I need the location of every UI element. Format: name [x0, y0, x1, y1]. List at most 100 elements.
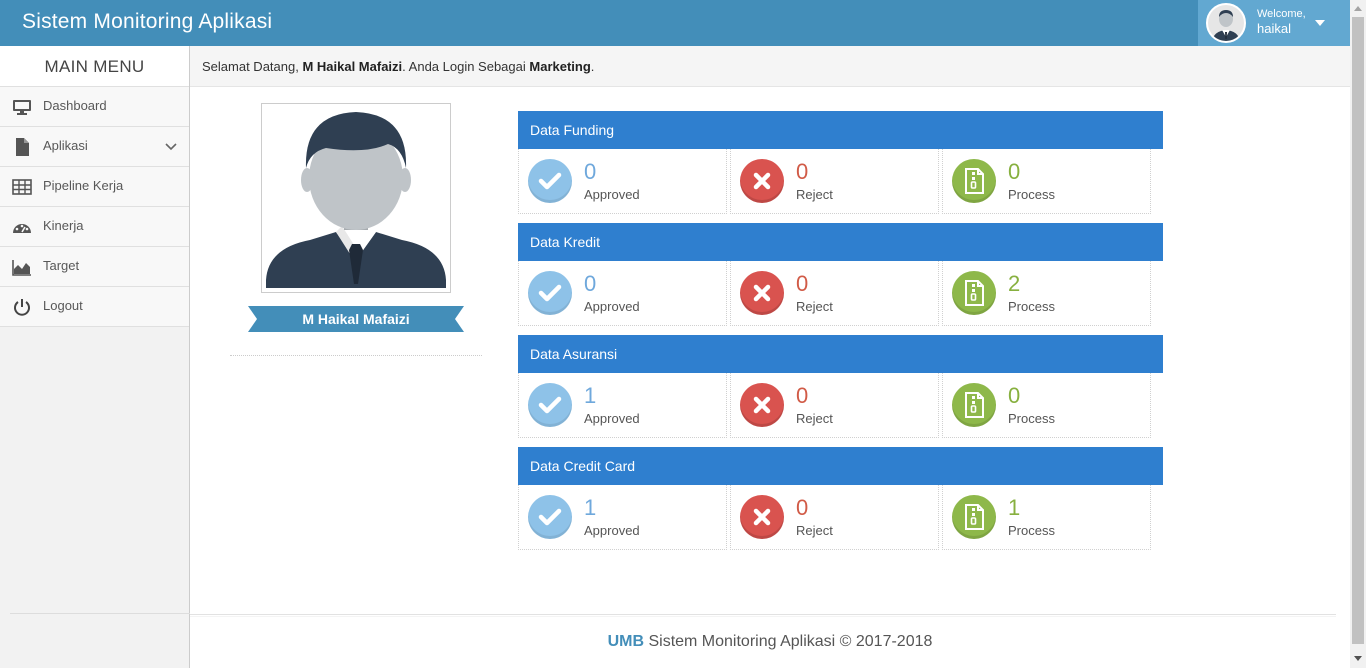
sidebar-title: MAIN MENU [0, 46, 189, 87]
welcome-message: Selamat Datang, M Haikal Mafaizi. Anda L… [202, 59, 594, 74]
sidebar-item-kinerja[interactable]: Kinerja [0, 207, 189, 247]
reject-label: Reject [796, 187, 833, 202]
scroll-up-icon[interactable] [1354, 6, 1362, 11]
footer: UMB Sistem Monitoring Aplikasi © 2017-20… [190, 633, 1350, 651]
file-icon [12, 137, 32, 157]
stat-process: 0 Process [942, 373, 1151, 438]
welcome-role: Marketing [529, 59, 591, 74]
panel-data-asuransi: Data Asuransi 1 Approved 0 Reject 0 Proc… [518, 335, 1163, 439]
reject-count: 0 [796, 271, 809, 296]
stat-reject: 0 Reject [730, 261, 939, 326]
user-avatar [1206, 3, 1246, 43]
process-count: 0 [1008, 383, 1021, 408]
times-icon [740, 495, 784, 539]
sidebar-item-aplikasi[interactable]: Aplikasi [0, 127, 189, 167]
footer-text: Sistem Monitoring Aplikasi © 2017-2018 [644, 633, 933, 650]
reject-label: Reject [796, 523, 833, 538]
check-icon [528, 495, 572, 539]
dashboard-gauge-icon [12, 217, 32, 237]
footer-divider [190, 614, 1336, 617]
scroll-down-icon[interactable] [1354, 656, 1362, 661]
sidebar-item-target[interactable]: Target [0, 247, 189, 287]
check-icon [528, 383, 572, 427]
caret-down-icon [1315, 20, 1325, 26]
table-icon [12, 177, 32, 197]
top-navbar: Sistem Monitoring Aplikasi Welcome, haik… [0, 0, 1350, 46]
power-icon [12, 297, 32, 317]
times-icon [740, 383, 784, 427]
profile-name: M Haikal Mafaizi [257, 306, 455, 332]
sidebar-divider [10, 613, 190, 614]
sidebar-item-label: Target [43, 258, 80, 273]
sidebar-item-label: Dashboard [43, 98, 107, 113]
scroll-thumb[interactable] [1352, 17, 1364, 644]
times-icon [740, 271, 784, 315]
sidebar: MAIN MENU Dashboard Aplikasi Pipeline Ke… [0, 46, 190, 668]
welcome-middle: . Anda Login Sebagai [402, 59, 530, 74]
reject-count: 0 [796, 495, 809, 520]
sidebar-item-logout[interactable]: Logout [0, 287, 189, 327]
stat-approved: 0 Approved [518, 261, 727, 326]
panel-title: Data Asuransi [518, 335, 1163, 373]
process-label: Process [1008, 299, 1055, 314]
check-icon [528, 159, 572, 203]
profile-photo [261, 103, 451, 293]
desktop-icon [12, 97, 32, 117]
process-count: 2 [1008, 271, 1021, 296]
stat-approved: 1 Approved [518, 373, 727, 438]
stat-process: 1 Process [942, 485, 1151, 550]
approved-count: 0 [584, 159, 597, 184]
welcome-label: Welcome, [1257, 8, 1306, 20]
file-archive-icon [952, 383, 996, 427]
app-title[interactable]: Sistem Monitoring Aplikasi [22, 10, 272, 34]
user-menu-toggle[interactable]: Welcome, haikal [1198, 0, 1350, 46]
panel-data-funding: Data Funding 0 Approved 0 Reject 0 Proce… [518, 111, 1163, 215]
approved-count: 1 [584, 495, 597, 520]
stat-approved: 1 Approved [518, 485, 727, 550]
stat-approved: 0 Approved [518, 149, 727, 214]
stat-process: 2 Process [942, 261, 1151, 326]
file-archive-icon [952, 495, 996, 539]
process-count: 1 [1008, 495, 1021, 520]
sidebar-item-label: Aplikasi [43, 138, 88, 153]
reject-label: Reject [796, 299, 833, 314]
user-name: haikal [1257, 21, 1291, 36]
ribbon-right-tail [455, 306, 464, 332]
stat-process: 0 Process [942, 149, 1151, 214]
stat-reject: 0 Reject [730, 485, 939, 550]
welcome-user-name: M Haikal Mafaizi [302, 59, 403, 74]
panel-data-kredit: Data Kredit 0 Approved 0 Reject 2 Proces… [518, 223, 1163, 327]
profile-divider [230, 355, 482, 356]
approved-label: Approved [584, 299, 640, 314]
process-count: 0 [1008, 159, 1021, 184]
times-icon [740, 159, 784, 203]
panel-data-credit-card: Data Credit Card 1 Approved 0 Reject 1 P… [518, 447, 1163, 551]
file-archive-icon [952, 271, 996, 315]
sidebar-item-label: Pipeline Kerja [43, 178, 124, 193]
stat-reject: 0 Reject [730, 149, 939, 214]
approved-count: 1 [584, 383, 597, 408]
file-archive-icon [952, 159, 996, 203]
welcome-prefix: Selamat Datang, [202, 59, 303, 74]
panel-title: Data Funding [518, 111, 1163, 149]
vertical-scrollbar[interactable] [1350, 0, 1366, 668]
chevron-down-icon [165, 140, 177, 158]
process-label: Process [1008, 523, 1055, 538]
ribbon-left-tail [248, 306, 257, 332]
panel-title: Data Kredit [518, 223, 1163, 261]
check-icon [528, 271, 572, 315]
area-chart-icon [12, 257, 32, 277]
panel-title: Data Credit Card [518, 447, 1163, 485]
stat-reject: 0 Reject [730, 373, 939, 438]
sidebar-item-pipeline-kerja[interactable]: Pipeline Kerja [0, 167, 189, 207]
reject-label: Reject [796, 411, 833, 426]
approved-count: 0 [584, 271, 597, 296]
sidebar-item-dashboard[interactable]: Dashboard [0, 87, 189, 127]
sidebar-item-label: Kinerja [43, 218, 84, 233]
process-label: Process [1008, 411, 1055, 426]
approved-label: Approved [584, 411, 640, 426]
reject-count: 0 [796, 383, 809, 408]
footer-brand: UMB [607, 633, 645, 650]
welcome-suffix: . [590, 59, 595, 74]
approved-label: Approved [584, 523, 640, 538]
